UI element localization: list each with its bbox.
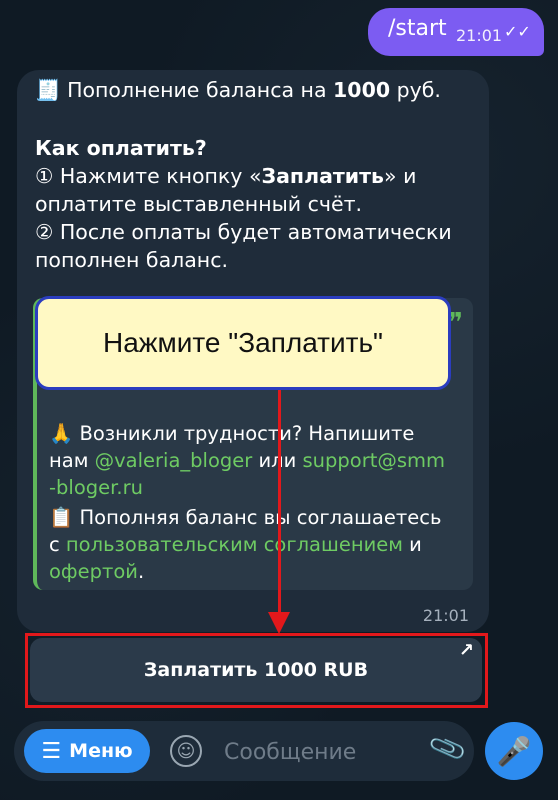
balance-text: Пополнение баланса на	[67, 78, 334, 102]
instruction-tooltip: Нажмите "Заплатить"	[35, 296, 451, 390]
clipboard-icon: 📋	[49, 506, 74, 529]
arrow-down-icon	[268, 612, 290, 634]
tooltip-text: Нажмите "Заплатить"	[103, 327, 383, 358]
pay-button[interactable]: Заплатить 1000 RUB ↗	[30, 638, 482, 702]
user-agreement-link[interactable]: пользовательским соглашением	[66, 533, 403, 556]
menu-icon: ☰	[41, 738, 62, 764]
outgoing-message-time: 21:01	[456, 26, 503, 45]
how-to-pay-heading: Как оплатить?	[35, 136, 207, 160]
telegram-user-link[interactable]: @valeria_bloger	[95, 449, 253, 472]
balance-amount: 1000	[333, 78, 391, 102]
quote-line4-text: Пополняя баланс вы соглашаетесь	[73, 506, 442, 529]
menu-label: Меню	[69, 740, 133, 762]
step1-suffix: » и	[384, 164, 417, 188]
quote-line5-suffix: и	[402, 533, 422, 556]
arrow-line	[278, 390, 281, 616]
outgoing-message-text: /start	[388, 16, 447, 41]
quote-line6: офертой.	[49, 560, 144, 583]
message-input-bar: ☰ Меню ☺ 📎	[14, 721, 474, 781]
quote-line2-prefix: нам	[49, 449, 95, 472]
step1-line1: ① Нажмите кнопку «Заплатить» и	[35, 164, 416, 188]
emoji-icon[interactable]: ☺	[170, 735, 202, 767]
balance-currency: руб.	[390, 78, 441, 102]
step2-line2: пополнен баланс.	[35, 248, 228, 272]
quote-line5: с пользовательским соглашением и	[49, 533, 422, 556]
offer-link[interactable]: офертой	[49, 560, 138, 583]
read-check-icon: ✓✓	[504, 22, 531, 41]
mic-button[interactable]: 🎤	[485, 722, 543, 780]
step1-line2: оплатите выставленный счёт.	[35, 192, 363, 216]
quote-line6-suffix: .	[137, 560, 145, 583]
outgoing-message[interactable]: /start 21:01 ✓✓	[368, 8, 544, 56]
pay-button-label: Заплатить 1000 RUB	[143, 659, 369, 681]
quote-line1-text: Возникли трудности? Напишите	[73, 422, 415, 445]
step1-bold: Заплатить	[261, 164, 385, 188]
support-email-link-cont[interactable]: -bloger.ru	[49, 476, 143, 499]
message-input[interactable]	[222, 731, 386, 773]
step1-prefix: ① Нажмите кнопку «	[35, 164, 262, 188]
balance-topup-line: 🧾 Пополнение баланса на 1000 руб.	[35, 78, 441, 103]
support-email-link[interactable]: support@smm	[303, 449, 446, 472]
incoming-message-time: 21:01	[422, 606, 469, 625]
quote-line4: 📋 Пополняя баланс вы соглашаетесь	[49, 506, 441, 529]
microphone-icon: 🎤	[496, 734, 532, 768]
attach-icon[interactable]: 📎	[427, 729, 469, 770]
step2-line1: ② После оплаты будет автоматически	[35, 220, 452, 244]
quote-line5-prefix: с	[49, 533, 66, 556]
menu-button[interactable]: ☰ Меню	[24, 729, 150, 773]
receipt-icon: 🧾	[35, 78, 61, 102]
quote-line2: нам @valeria_bloger или support@smm	[49, 449, 445, 472]
external-link-icon: ↗	[458, 640, 474, 661]
quote-line1: 🙏 Возникли трудности? Напишите	[49, 422, 414, 445]
pray-icon: 🙏	[49, 422, 74, 445]
